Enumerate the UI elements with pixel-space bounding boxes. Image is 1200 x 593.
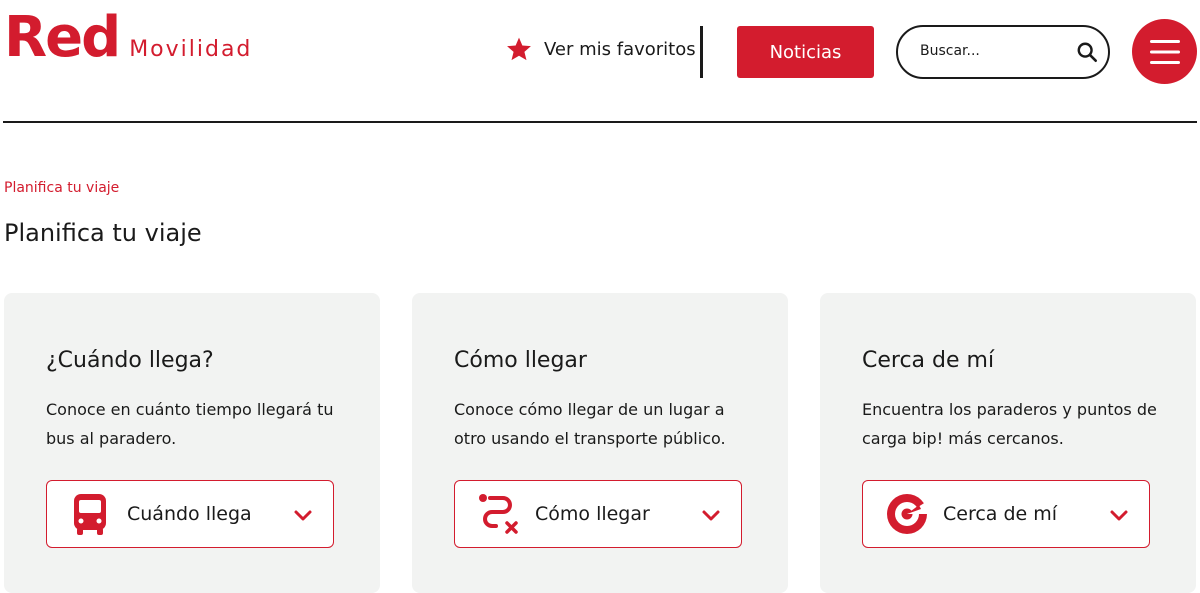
card-description: Encuentra los paraderos y puntos de carg… — [862, 400, 1157, 448]
cerca-de-mi-dropdown[interactable]: Cerca de mí — [862, 480, 1150, 548]
como-llegar-dropdown[interactable]: Cómo llegar — [454, 480, 742, 548]
header-divider — [700, 26, 703, 78]
favorites-label: Ver mis favoritos — [544, 38, 696, 60]
card-description: Conoce en cuánto tiempo llegará tu bus a… — [46, 400, 334, 448]
dropdown-label: Cuándo llega — [127, 503, 252, 525]
star-icon — [507, 37, 531, 61]
card-title: Cerca de mí — [862, 348, 995, 373]
logo-subtitle: Movilidad — [129, 37, 253, 62]
bus-icon — [74, 494, 106, 535]
cuando-llega-dropdown[interactable]: Cuándo llega — [46, 480, 334, 548]
chevron-down-icon — [294, 510, 312, 521]
hamburger-menu-icon — [1149, 39, 1180, 64]
card-cuando-llega: ¿Cuándo llega? Conoce en cuánto tiempo l… — [4, 293, 380, 593]
chevron-down-icon — [1110, 510, 1128, 521]
page-title: Planifica tu viaje — [4, 219, 202, 247]
search-input[interactable] — [918, 42, 1072, 60]
card-title: ¿Cuándo llega? — [46, 348, 214, 373]
card-cerca-de-mi: Cerca de mí Encuentra los paraderos y pu… — [820, 293, 1196, 593]
route-icon — [479, 494, 518, 534]
chevron-down-icon — [702, 510, 720, 521]
card-como-llegar: Cómo llegar Conoce cómo llegar de un lug… — [412, 293, 788, 593]
dropdown-label: Cerca de mí — [943, 503, 1058, 525]
card-title: Cómo llegar — [454, 348, 587, 373]
search-icon[interactable] — [1076, 41, 1098, 63]
menu-button[interactable] — [1132, 19, 1197, 84]
breadcrumb[interactable]: Planifica tu viaje — [4, 180, 119, 196]
nearby-icon — [887, 494, 929, 534]
logo[interactable]: Red Movilidad — [4, 2, 252, 66]
logo-brand: Red — [4, 5, 121, 70]
search-box — [896, 25, 1110, 79]
header-rule — [3, 121, 1197, 123]
news-button[interactable]: Noticias — [737, 26, 874, 78]
dropdown-label: Cómo llegar — [535, 503, 650, 525]
favorites-link[interactable]: Ver mis favoritos — [506, 36, 696, 62]
card-description: Conoce cómo llegar de un lugar a otro us… — [454, 400, 726, 448]
